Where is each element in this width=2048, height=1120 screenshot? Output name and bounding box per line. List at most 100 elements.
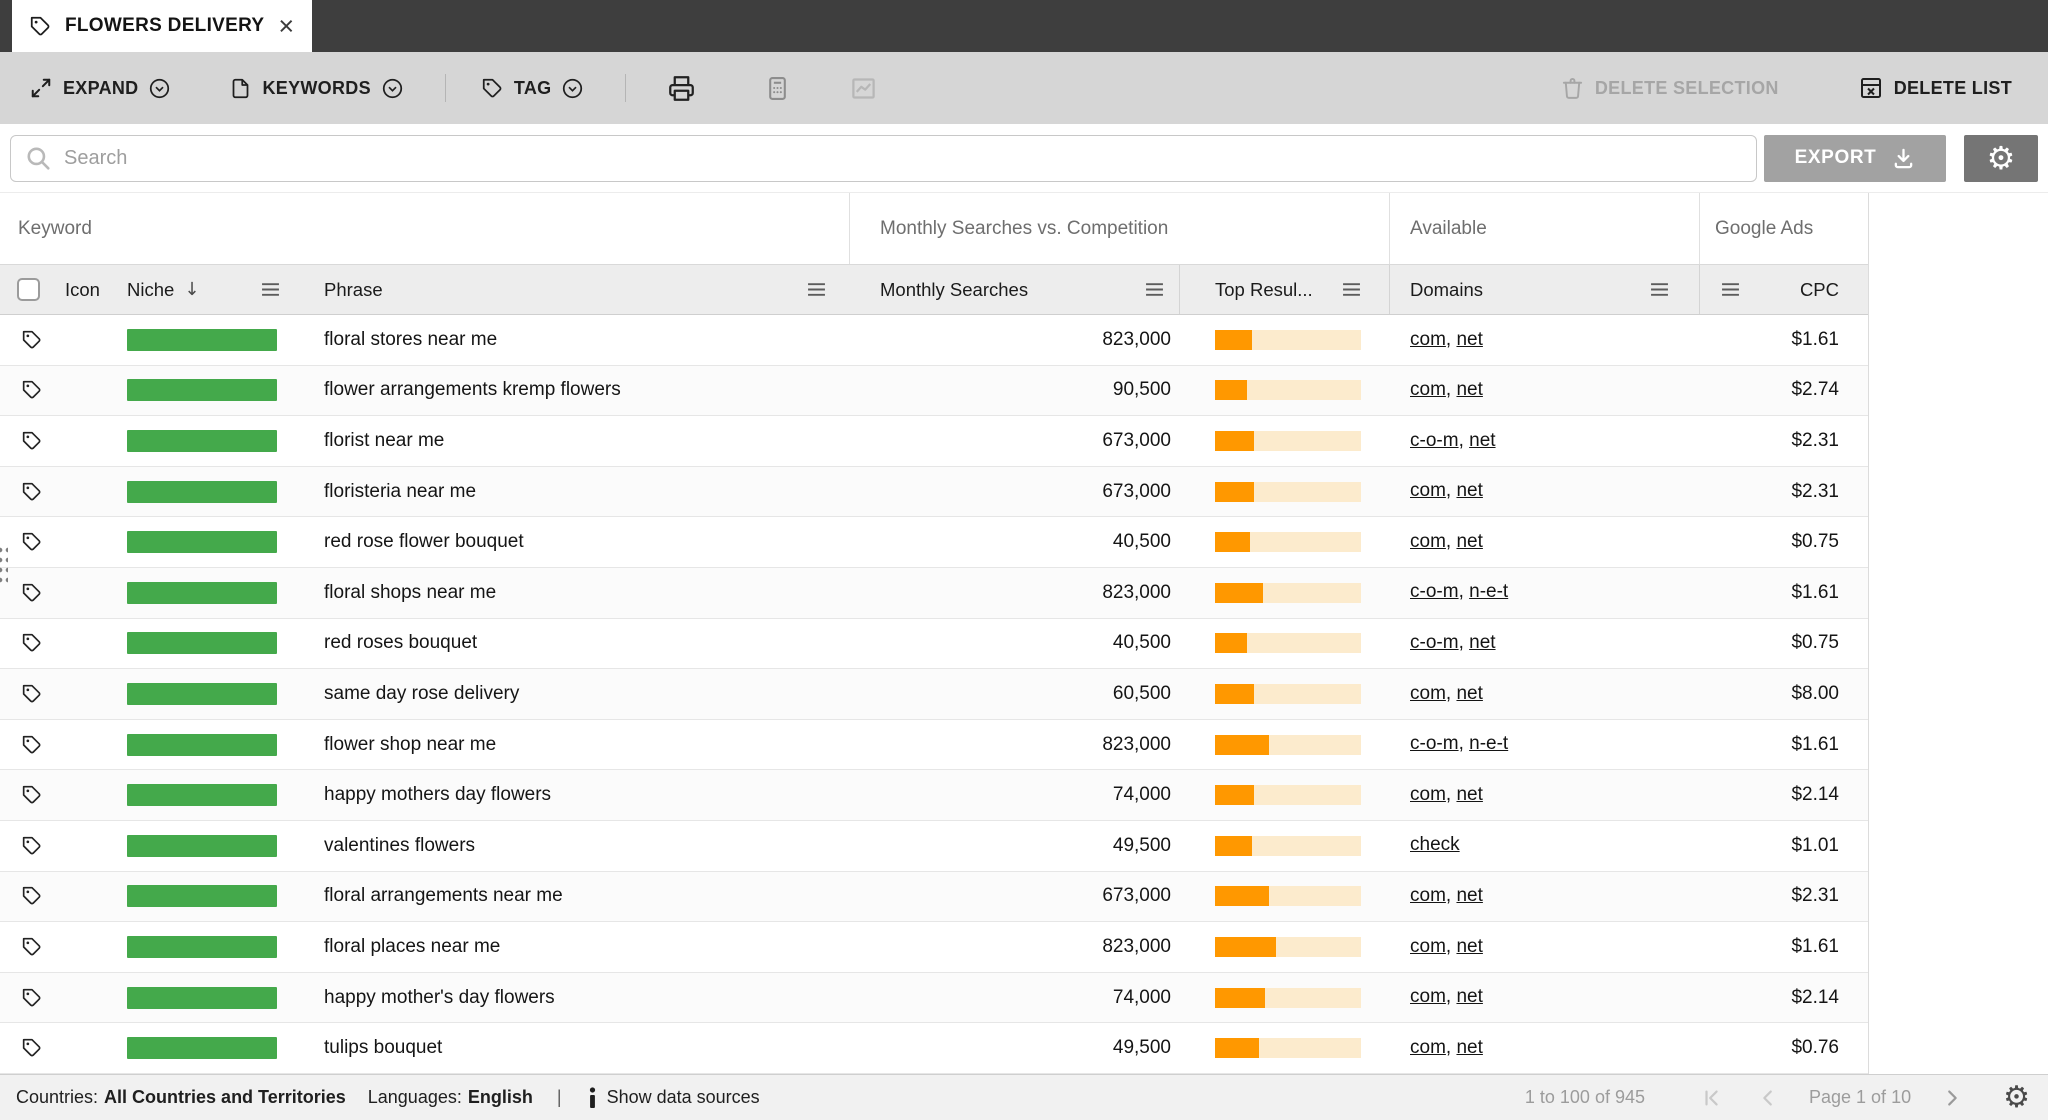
domain-link[interactable]: net xyxy=(1456,379,1482,400)
keywords-button[interactable]: KEYWORDS xyxy=(230,78,402,99)
delete-list-button[interactable]: DELETE LIST xyxy=(1859,76,2012,100)
column-menu-icon[interactable] xyxy=(1650,282,1669,297)
footer-gear-icon[interactable]: ⚙ xyxy=(2003,1083,2030,1113)
domain-link[interactable]: net xyxy=(1456,936,1482,957)
sort-descending-icon[interactable]: ↓ xyxy=(184,279,199,300)
column-menu-icon[interactable] xyxy=(1342,282,1361,297)
column-menu-icon[interactable] xyxy=(1145,282,1164,297)
cpc-value: $0.76 xyxy=(1760,1037,1868,1059)
domain-link[interactable]: net xyxy=(1456,531,1482,552)
keyword-phrase[interactable]: valentines flowers xyxy=(290,835,850,857)
domain-link[interactable]: net xyxy=(1456,986,1482,1007)
keyword-phrase[interactable]: floral arrangements near me xyxy=(290,885,850,907)
keyword-phrase[interactable]: red rose flower bouquet xyxy=(290,531,850,553)
table-row[interactable]: tulips bouquet49,500com, net$0.76 xyxy=(0,1023,1868,1074)
domain-link[interactable]: com xyxy=(1410,1037,1446,1058)
table-row[interactable]: floral stores near me823,000com, net$1.6… xyxy=(0,315,1868,366)
column-niche[interactable]: Niche ↓ xyxy=(120,265,290,314)
domain-link[interactable]: c-o-m xyxy=(1410,581,1459,602)
keyword-phrase[interactable]: flower arrangements kremp flowers xyxy=(290,379,850,401)
domain-link[interactable]: net xyxy=(1456,784,1482,805)
tag-button[interactable]: TAG xyxy=(482,78,584,99)
keyword-phrase[interactable]: flower shop near me xyxy=(290,734,850,756)
competition-cell xyxy=(1180,583,1390,603)
column-menu-icon[interactable] xyxy=(807,282,826,297)
domain-link[interactable]: n-e-t xyxy=(1469,733,1508,754)
domain-link[interactable]: net xyxy=(1456,683,1482,704)
table-row[interactable]: floral shops near me823,000c-o-m, n-e-t$… xyxy=(0,568,1868,619)
domain-link[interactable]: com xyxy=(1410,531,1446,552)
print-icon[interactable] xyxy=(668,75,695,102)
keyword-phrase[interactable]: floral stores near me xyxy=(290,329,850,351)
domain-link[interactable]: com xyxy=(1410,936,1446,957)
expand-button[interactable]: EXPAND xyxy=(30,77,170,99)
column-phrase[interactable]: Phrase xyxy=(290,265,850,314)
domain-link[interactable]: c-o-m xyxy=(1410,632,1459,653)
table-row[interactable]: red roses bouquet40,500c-o-m, net$0.75 xyxy=(0,619,1868,670)
close-tab-icon[interactable]: × xyxy=(278,13,294,40)
column-top-result[interactable]: Top Resul... xyxy=(1180,265,1390,314)
column-extra-menu[interactable] xyxy=(1700,265,1760,314)
domain-link[interactable]: net xyxy=(1456,885,1482,906)
keyword-phrase[interactable]: happy mothers day flowers xyxy=(290,784,850,806)
domain-link[interactable]: net xyxy=(1469,632,1495,653)
drag-handle[interactable] xyxy=(0,545,8,585)
domain-link[interactable]: com xyxy=(1410,986,1446,1007)
domain-link[interactable]: n-e-t xyxy=(1469,581,1508,602)
domain-link[interactable]: net xyxy=(1456,329,1482,350)
domain-link[interactable]: net xyxy=(1469,430,1495,451)
table-row[interactable]: happy mothers day flowers74,000com, net$… xyxy=(0,770,1868,821)
column-monthly-searches[interactable]: Monthly Searches xyxy=(850,265,1180,314)
domain-link[interactable]: com xyxy=(1410,885,1446,906)
languages-value[interactable]: English xyxy=(468,1087,533,1108)
domain-link[interactable]: com xyxy=(1410,683,1446,704)
app: FLOWERS DELIVERY × EXPAND KEYWORDS xyxy=(0,0,2048,1120)
search-input[interactable] xyxy=(64,147,1742,170)
column-menu-icon[interactable] xyxy=(1721,282,1740,297)
calculator-icon[interactable] xyxy=(765,76,790,101)
list-tab[interactable]: FLOWERS DELIVERY × xyxy=(12,0,312,52)
delete-selection-label: DELETE SELECTION xyxy=(1595,78,1779,99)
keyword-phrase[interactable]: floristeria near me xyxy=(290,481,850,503)
table-row[interactable]: floral places near me823,000com, net$1.6… xyxy=(0,922,1868,973)
domain-link[interactable]: net xyxy=(1456,480,1482,501)
show-data-sources-link[interactable]: Show data sources xyxy=(607,1087,760,1108)
select-all-cell xyxy=(0,265,62,314)
export-button[interactable]: EXPORT xyxy=(1764,135,1946,182)
countries-value[interactable]: All Countries and Territories xyxy=(104,1087,346,1108)
competition-track xyxy=(1215,583,1361,603)
table-row[interactable]: flower arrangements kremp flowers90,500c… xyxy=(0,366,1868,417)
niche-bar xyxy=(127,481,277,503)
keyword-phrase[interactable]: florist near me xyxy=(290,430,850,452)
niche-bar xyxy=(127,582,277,604)
domain-link[interactable]: com xyxy=(1410,784,1446,805)
keyword-phrase[interactable]: red roses bouquet xyxy=(290,632,850,654)
search-box[interactable] xyxy=(10,135,1757,182)
table-row[interactable]: florist near me673,000c-o-m, net$2.31 xyxy=(0,416,1868,467)
keyword-phrase[interactable]: happy mother's day flowers xyxy=(290,987,850,1009)
keyword-phrase[interactable]: floral shops near me xyxy=(290,582,850,604)
table-row[interactable]: valentines flowers49,500check$1.01 xyxy=(0,821,1868,872)
table-row[interactable]: same day rose delivery60,500com, net$8.0… xyxy=(0,669,1868,720)
column-menu-icon[interactable] xyxy=(261,282,280,297)
column-cpc[interactable]: CPC xyxy=(1760,265,1868,314)
domain-link[interactable]: c-o-m xyxy=(1410,430,1459,451)
table-row[interactable]: floral arrangements near me673,000com, n… xyxy=(0,872,1868,923)
select-all-checkbox[interactable] xyxy=(17,278,40,301)
settings-button[interactable]: ⚙ xyxy=(1964,135,2038,182)
keyword-phrase[interactable]: same day rose delivery xyxy=(290,683,850,705)
domain-link[interactable]: c-o-m xyxy=(1410,733,1459,754)
keyword-phrase[interactable]: tulips bouquet xyxy=(290,1037,850,1059)
domain-link[interactable]: com xyxy=(1410,480,1446,501)
next-page-icon[interactable] xyxy=(1941,1087,1963,1109)
column-domains[interactable]: Domains xyxy=(1390,265,1700,314)
domain-link[interactable]: com xyxy=(1410,329,1446,350)
table-row[interactable]: red rose flower bouquet40,500com, net$0.… xyxy=(0,517,1868,568)
table-row[interactable]: floristeria near me673,000com, net$2.31 xyxy=(0,467,1868,518)
domain-link[interactable]: net xyxy=(1456,1037,1482,1058)
table-row[interactable]: flower shop near me823,000c-o-m, n-e-t$1… xyxy=(0,720,1868,771)
table-row[interactable]: happy mother's day flowers74,000com, net… xyxy=(0,973,1868,1024)
keyword-phrase[interactable]: floral places near me xyxy=(290,936,850,958)
domain-link[interactable]: check xyxy=(1410,834,1460,855)
domain-link[interactable]: com xyxy=(1410,379,1446,400)
